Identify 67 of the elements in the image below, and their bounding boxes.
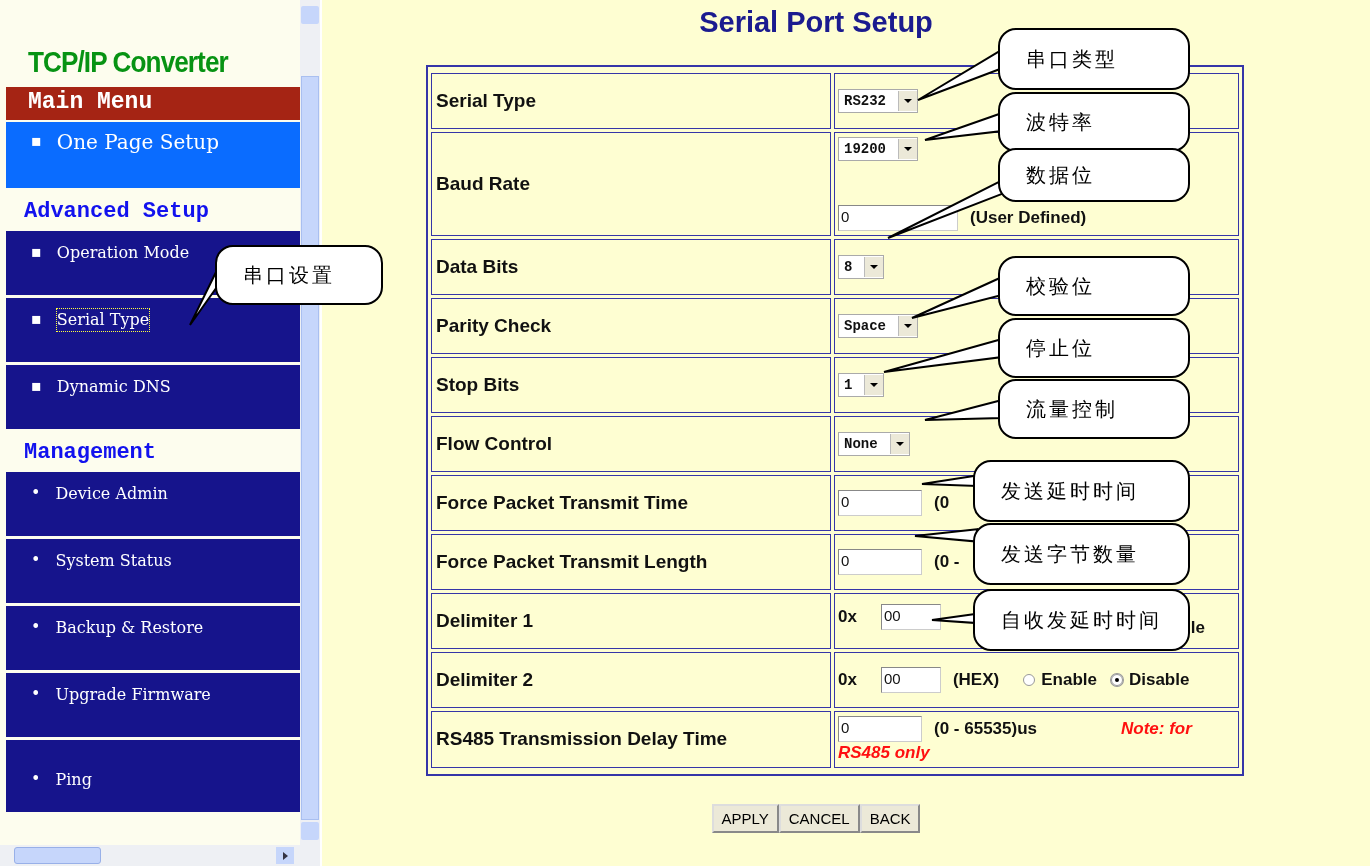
bullet-mark: • [31, 549, 41, 571]
input-field[interactable]: 0 [838, 549, 922, 575]
bullet-mark: ▪ [31, 375, 42, 397]
field-label: Flow Control [431, 416, 831, 472]
menu-link[interactable]: Backup & Restore [54, 616, 205, 640]
field-label: Serial Type [431, 73, 831, 129]
hint-text: 0x [838, 607, 857, 626]
hint-text: le [1190, 618, 1205, 638]
page-title: Serial Port Setup [698, 6, 934, 39]
dropdown[interactable]: 8 [838, 255, 885, 279]
field-label: Stop Bits [431, 357, 831, 413]
menu-link[interactable]: One Page Setup [55, 130, 221, 154]
input-field[interactable]: 0 [838, 716, 922, 742]
form-button[interactable]: APPLY [711, 803, 779, 833]
bullet-mark: ▪ [31, 130, 42, 152]
menu-link[interactable]: Operation Mode [55, 241, 191, 265]
dropdown[interactable]: 19200 [838, 137, 918, 161]
callout-bubble: 流量控制 [998, 379, 1190, 439]
radio-label: Enable [1041, 670, 1097, 690]
menu-heading: Advanced Setup [23, 198, 210, 226]
callout-bubble: 发送字节数量 [973, 523, 1190, 585]
bullet-mark: • [31, 768, 41, 790]
menu-link[interactable]: Dynamic DNS [55, 375, 172, 399]
input-field[interactable]: 00 [880, 667, 941, 693]
radio-button[interactable] [1023, 674, 1036, 686]
field-label: RS485 Transmission Delay Time [431, 711, 831, 768]
form-button[interactable]: BACK [859, 803, 921, 833]
menu-heading: Management [23, 439, 158, 467]
input-field[interactable]: 0 [838, 490, 922, 516]
dropdown[interactable]: None [838, 432, 910, 456]
form-button[interactable]: CANCEL [778, 803, 860, 833]
radio-label: Disable [1128, 670, 1190, 690]
menu-link[interactable]: Upgrade Firmware [54, 683, 212, 707]
bullet-mark: ▪ [31, 308, 42, 330]
callout-bubble: 发送延时时间 [973, 460, 1190, 522]
menu-heading: Main Menu [6, 87, 300, 120]
field-label: Delimiter 2 [431, 652, 831, 708]
hint-text: 0x [838, 670, 857, 689]
hint-text: (User Defined) [970, 208, 1087, 227]
field-label: Baud Rate [431, 132, 831, 236]
callout-pointer [914, 528, 978, 543]
dropdown[interactable]: 1 [838, 373, 885, 397]
note-text: RS485 only [838, 742, 930, 762]
field-label: Force Packet Transmit Time [431, 475, 831, 531]
field-label: Delimiter 1 [431, 593, 831, 649]
field-label: Parity Check [431, 298, 831, 354]
menu-link[interactable]: System Status [54, 549, 173, 573]
hint-text: (0 - 65535)us [934, 719, 1037, 738]
bullet-mark: • [31, 683, 41, 705]
menu-link[interactable]: Serial Type [55, 308, 151, 332]
callout-bubble: 数据位 [998, 148, 1190, 202]
horizontal-scrollbar[interactable] [0, 845, 300, 866]
menu-link[interactable]: Ping [54, 768, 93, 792]
bullet-mark: • [31, 616, 41, 638]
logo-title: TCP/IP Converter [28, 46, 230, 79]
bullet-mark: • [31, 482, 41, 504]
callout-bubble: 自收发延时时间 [973, 589, 1190, 651]
field-label: Data Bits [431, 239, 831, 295]
bullet-mark: ▪ [31, 241, 42, 263]
dropdown[interactable]: Space [838, 314, 918, 338]
menu-link[interactable]: Device Admin [54, 482, 169, 506]
field-label: Force Packet Transmit Length [431, 534, 831, 590]
dropdown[interactable]: RS232 [838, 89, 918, 113]
hint-text: (0 [934, 493, 950, 512]
hint-text: (0 - [934, 552, 960, 571]
hint-text: (HEX) [952, 670, 1000, 689]
note-text: Note: for [1121, 719, 1192, 738]
